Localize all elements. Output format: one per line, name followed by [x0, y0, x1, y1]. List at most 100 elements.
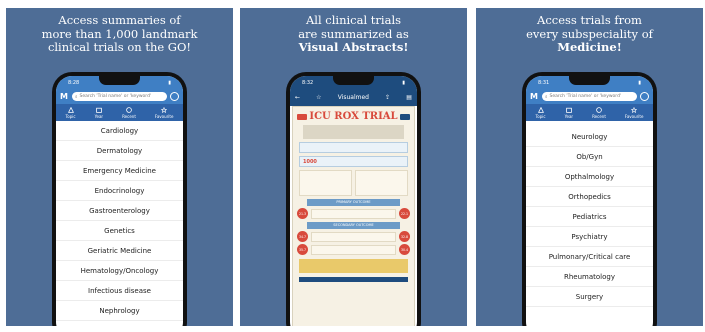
visual-abstract: ICU ROX TRIAL 1000 PRIMARY OUTCOME 21.3 …	[292, 106, 415, 326]
promo-panel-visual-abstract: All clinical trials are summarized as Vi…	[240, 8, 467, 326]
list-item[interactable]: Neurology	[526, 127, 653, 147]
app-logo: M	[60, 92, 68, 101]
search-placeholder: Search 'Trial name' or 'keyword'	[79, 94, 152, 99]
phone-frame: 8:31 ▮ M ⌕ Search 'Trial name' or 'keywo…	[522, 72, 657, 326]
tab-label: Topic	[535, 113, 546, 119]
phone-notch	[333, 76, 374, 85]
tab-recent[interactable]: Recent	[592, 106, 606, 119]
status-time: 8:31	[538, 79, 550, 86]
tab-favourite[interactable]: Favourite	[154, 106, 174, 119]
arm-conservative	[299, 170, 352, 196]
list-item[interactable]: Emergency Medicine	[56, 161, 183, 181]
share-icon[interactable]: ⇪	[385, 94, 390, 101]
tab-label: Topic	[65, 113, 76, 119]
list-item[interactable]: Cardiology	[56, 121, 183, 141]
outcome-value-right: 22.1	[399, 208, 410, 219]
status-time: 8:28	[68, 79, 80, 86]
outcome-value-left: 34.7	[297, 231, 308, 242]
promo-panel-topics: Access summaries of more than 1,000 land…	[6, 8, 233, 326]
outcome-desc	[311, 244, 396, 255]
clock-icon	[126, 106, 132, 113]
patients-box: 1000	[299, 156, 408, 167]
tab-topic[interactable]: Topic	[535, 106, 546, 119]
list-item[interactable]: Nephrology	[56, 301, 183, 321]
trial-subtitle-block	[303, 125, 404, 139]
search-input[interactable]: ⌕ Search 'Trial name' or 'keyword'	[72, 92, 167, 101]
panel-caption: Access summaries of more than 1,000 land…	[10, 13, 229, 55]
detail-title: Visualmed	[337, 94, 369, 101]
trial-title: ICU ROX TRIAL	[309, 111, 398, 122]
arm-usual	[355, 170, 408, 196]
list-item[interactable]: Opthalmology	[526, 167, 653, 187]
outcome-value-left: 35.7	[297, 244, 308, 255]
list-item[interactable]: Dermatology	[56, 141, 183, 161]
phone-screen: 8:28 ▮ M ⌕ Search 'Trial name' or 'keywo…	[56, 76, 183, 326]
tab-topic[interactable]: Topic	[65, 106, 76, 119]
list-item[interactable]: Ob/Gyn	[526, 147, 653, 167]
search-input[interactable]: ⌕ Search 'Trial name' or 'keyword'	[542, 92, 637, 101]
list-item[interactable]: Infectious disease	[56, 281, 183, 301]
star-icon	[161, 106, 168, 113]
list-item[interactable]: Orthopedics	[526, 187, 653, 207]
tab-favourite[interactable]: Favourite	[624, 106, 644, 119]
app-bar: M ⌕ Search 'Trial name' or 'keyword'	[56, 89, 183, 104]
tab-label: Year	[564, 113, 574, 119]
list-item[interactable]: Rheumatology	[526, 267, 653, 287]
outcome-row: 21.3 22.1	[297, 208, 410, 219]
search-icon: ⌕	[75, 94, 78, 100]
tab-label: Favourite	[624, 113, 644, 119]
caption-line: are summarized as	[298, 26, 409, 41]
star-icon	[631, 106, 638, 113]
profile-icon[interactable]	[170, 92, 179, 101]
outcome-value-right: 30.4	[399, 244, 410, 255]
document-icon[interactable]: ▤	[406, 94, 412, 101]
topic-icon	[537, 106, 544, 113]
list-item[interactable]: Surgery	[526, 287, 653, 307]
caption-line: more than 1,000 landmark	[41, 26, 198, 41]
calendar-icon	[566, 107, 572, 113]
search-icon: ⌕	[545, 94, 548, 100]
footer-bar	[299, 277, 408, 282]
arms-row	[299, 170, 408, 196]
tab-bar: Topic Year Recent Favourite	[526, 104, 653, 121]
caption-bold: Visual Abstracts!	[298, 40, 409, 54]
detail-app-bar: ← ☆ Visualmed ⇪ ▤	[290, 89, 417, 106]
panel-caption: Access trials from every subspeciality o…	[480, 13, 699, 55]
caption-line: Access summaries of	[58, 13, 181, 27]
caption-bold: Medicine!	[557, 40, 622, 54]
phone-screen: 8:32 ▮ ← ☆ Visualmed ⇪ ▤ ICU ROX TRIAL 1…	[290, 76, 417, 326]
trial-tag	[297, 113, 307, 120]
patients-count: 1000	[303, 158, 317, 165]
outcome-value-left: 21.3	[297, 208, 308, 219]
list-item[interactable]: Pulmonary/Critical care	[526, 247, 653, 267]
list-item[interactable]: Gastroenterology	[56, 201, 183, 221]
list-item[interactable]: Genetics	[56, 221, 183, 241]
topic-icon	[67, 106, 74, 113]
list-item[interactable]: Hematology/Oncology	[56, 261, 183, 281]
app-bar: M ⌕ Search 'Trial name' or 'keyword'	[526, 89, 653, 104]
list-item[interactable]: Endocrinology	[56, 181, 183, 201]
panel-caption: All clinical trials are summarized as Vi…	[244, 13, 463, 55]
phone-frame: 8:28 ▮ M ⌕ Search 'Trial name' or 'keywo…	[52, 72, 187, 326]
outcome-value-right: 32.8	[399, 231, 410, 242]
caption-line: clinical trials on the GO!	[47, 40, 192, 54]
tab-recent[interactable]: Recent	[122, 106, 136, 119]
trial-summary-box	[299, 142, 408, 153]
tab-year[interactable]: Year	[565, 107, 573, 119]
phone-notch	[569, 76, 610, 85]
list-item[interactable]: Geriatric Medicine	[56, 241, 183, 261]
profile-icon[interactable]	[640, 92, 649, 101]
conclusion-box	[299, 259, 408, 273]
status-time: 8:32	[302, 79, 314, 86]
calendar-icon	[96, 107, 102, 113]
tab-label: Favourite	[154, 113, 174, 119]
star-icon[interactable]: ☆	[316, 94, 321, 101]
battery-icon: ▮	[638, 79, 641, 86]
list-item[interactable]: Psychiatry	[526, 227, 653, 247]
tab-year[interactable]: Year	[95, 107, 103, 119]
back-icon[interactable]: ←	[295, 94, 300, 101]
clock-icon	[596, 106, 602, 113]
outcome-row: 35.7 30.4	[297, 244, 410, 255]
outcome-desc	[311, 231, 396, 242]
list-item[interactable]: Pediatrics	[526, 207, 653, 227]
